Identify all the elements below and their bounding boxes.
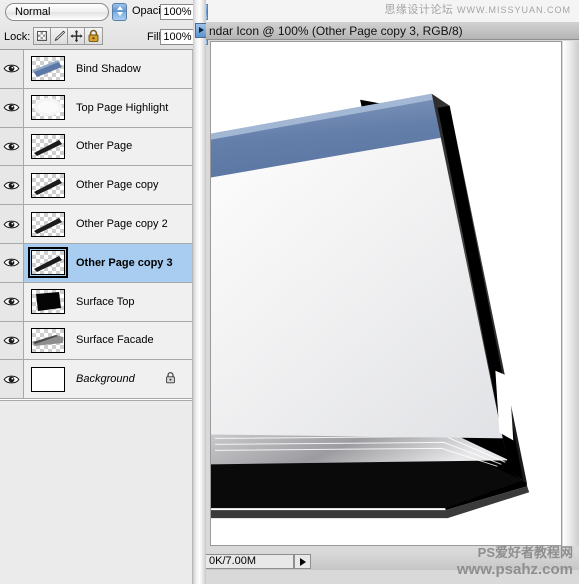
layer-visibility-toggle[interactable]	[0, 127, 24, 166]
layer-thumbnail[interactable]	[31, 95, 65, 121]
watermark-top-en: WWW.MISSYUAN.COM	[457, 5, 571, 15]
layer-thumbnail-cell	[24, 56, 72, 82]
watermark-bottom: PS爱好者教程网 www.psahz.com	[456, 544, 573, 578]
layer-row[interactable]: Other Page copy 3	[0, 243, 192, 283]
blend-mode-row: Normal Opacity: 100%	[0, 0, 208, 24]
status-menu-arrow[interactable]	[294, 554, 311, 569]
document-title-bar[interactable]: ndar Icon @ 100% (Other Page copy 3, RGB…	[206, 22, 579, 40]
layer-row[interactable]: Surface Facade	[0, 321, 192, 361]
layer-visibility-toggle[interactable]	[0, 243, 24, 282]
layer-name[interactable]: Bind Shadow	[76, 63, 141, 75]
layer-thumbnail[interactable]	[31, 172, 65, 198]
eye-icon[interactable]	[3, 256, 20, 269]
move-icon	[70, 30, 83, 43]
watermark-top-cn: 思缘设计论坛	[384, 4, 454, 16]
layer-thumbnail[interactable]	[31, 211, 65, 237]
layer-thumbnail[interactable]	[28, 247, 68, 279]
eye-icon[interactable]	[3, 62, 20, 75]
layer-thumbnail[interactable]	[31, 327, 65, 353]
layer-thumbnail-cell	[24, 211, 72, 237]
blend-mode-stepper[interactable]	[112, 3, 127, 21]
layer-row[interactable]: Top Page Highlight	[0, 88, 192, 128]
layer-thumbnail-cell	[24, 133, 72, 159]
layer-list[interactable]: Bind Shadow Top Page Highlight Other Page O…	[0, 50, 192, 400]
layer-visibility-toggle[interactable]	[0, 360, 24, 399]
opacity-input[interactable]: 100%	[160, 4, 194, 20]
layers-panel-options: Normal Opacity: 100% Lock: Fill: 100%	[0, 0, 208, 50]
checkerboard-icon	[37, 31, 47, 41]
eye-icon[interactable]	[3, 373, 20, 386]
layer-name[interactable]: Top Page Highlight	[76, 102, 168, 114]
layer-visibility-toggle[interactable]	[0, 50, 24, 88]
layer-thumbnail[interactable]	[31, 289, 65, 315]
lock-transparent-pixels-button[interactable]	[34, 28, 51, 44]
layer-name[interactable]: Other Page copy 2	[76, 218, 168, 230]
lock-position-button[interactable]	[68, 28, 85, 44]
layer-visibility-toggle[interactable]	[0, 321, 24, 360]
layer-thumbnail-cell	[24, 247, 72, 279]
lock-label: Lock:	[4, 31, 31, 43]
layer-visibility-toggle[interactable]	[0, 205, 24, 243]
eye-icon[interactable]	[3, 140, 20, 153]
layers-panel: Normal Opacity: 100% Lock: Fill: 100% Bi…	[0, 0, 208, 584]
padlock-icon	[88, 29, 99, 42]
layer-thumbnail-cell	[24, 289, 72, 315]
eye-icon[interactable]	[3, 295, 20, 308]
blend-mode-select[interactable]: Normal	[5, 3, 109, 21]
layer-name[interactable]: Other Page copy	[76, 179, 159, 191]
watermark-bottom-line1: PS爱好者教程网	[477, 544, 573, 560]
panel-divider	[193, 0, 206, 584]
document-window: ndar Icon @ 100% (Other Page copy 3, RGB…	[195, 0, 579, 584]
layer-row[interactable]: Surface Top	[0, 282, 192, 322]
layer-thumbnail-cell	[24, 366, 72, 392]
layer-name[interactable]: Surface Top	[76, 296, 135, 308]
eye-icon[interactable]	[3, 179, 20, 192]
lock-image-pixels-button[interactable]	[51, 28, 68, 44]
layer-name[interactable]: Other Page	[76, 140, 132, 152]
layer-thumbnail-cell	[24, 172, 72, 198]
calendar-icon-artwork	[211, 93, 530, 519]
brush-icon	[54, 30, 66, 42]
layer-row[interactable]: Other Page	[0, 127, 192, 167]
layer-row[interactable]: Bind Shadow	[0, 50, 192, 89]
canvas-right-edge	[563, 41, 579, 546]
layer-row[interactable]: Other Page copy	[0, 166, 192, 206]
layer-thumbnail[interactable]	[31, 133, 65, 159]
layer-lock-indicator	[165, 371, 176, 387]
layer-thumbnail[interactable]	[31, 366, 65, 392]
layer-name[interactable]: Background	[76, 373, 135, 385]
layer-thumbnail-cell	[24, 327, 72, 353]
layer-name[interactable]: Other Page copy 3	[76, 257, 173, 269]
layer-list-empty-area	[0, 400, 192, 584]
lock-button-group	[33, 27, 103, 45]
layer-visibility-toggle[interactable]	[0, 166, 24, 205]
eye-icon[interactable]	[3, 101, 20, 114]
layer-visibility-toggle[interactable]	[0, 282, 24, 321]
document-canvas[interactable]	[210, 41, 562, 546]
document-size-field[interactable]: 0K/7.00M	[206, 554, 294, 569]
lock-row: Lock: Fill: 100%	[0, 24, 208, 50]
layer-name[interactable]: Surface Facade	[76, 334, 154, 346]
layer-thumbnail-cell	[24, 95, 72, 121]
watermark-top: 思缘设计论坛 WWW.MISSYUAN.COM	[384, 1, 571, 17]
lock-all-button[interactable]	[85, 28, 102, 44]
layer-row[interactable]: Other Page copy 2	[0, 205, 192, 244]
layer-visibility-toggle[interactable]	[0, 88, 24, 127]
layer-thumbnail[interactable]	[31, 56, 65, 82]
watermark-bottom-line2: www.psahz.com	[456, 560, 573, 578]
layer-row[interactable]: Background	[0, 360, 192, 400]
padlock-icon	[166, 372, 175, 384]
fill-input[interactable]: 100%	[160, 29, 194, 45]
photoshop-window: Normal Opacity: 100% Lock: Fill: 100% Bi…	[0, 0, 579, 584]
eye-icon[interactable]	[3, 218, 20, 231]
eye-icon[interactable]	[3, 334, 20, 347]
